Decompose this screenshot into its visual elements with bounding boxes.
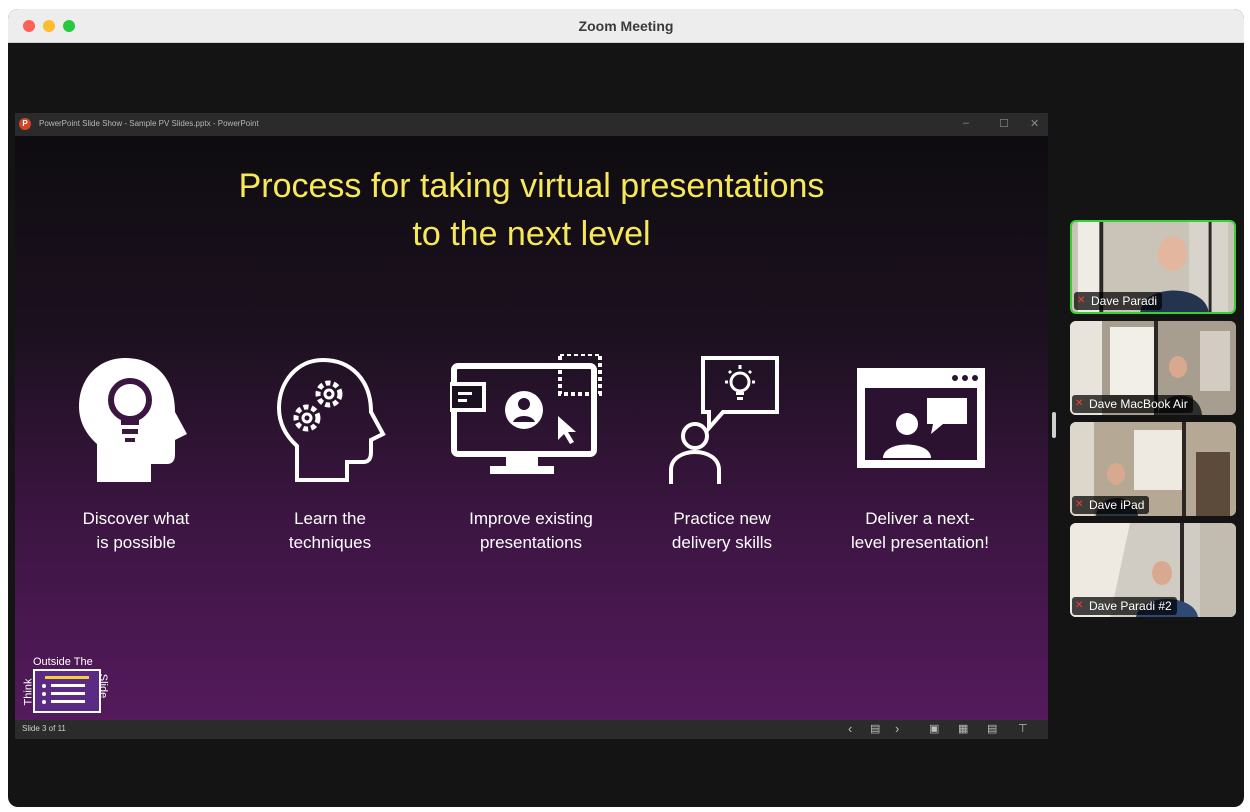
participant-tile[interactable]: ✕ Dave Paradi #2 xyxy=(1070,523,1236,617)
participant-tile[interactable]: ✕ Dave Paradi xyxy=(1070,220,1236,314)
muted-mic-icon: ✕ xyxy=(1075,600,1084,611)
step-caption-3-line1: Improve existing xyxy=(469,509,593,528)
slide-title-line2: to the next level xyxy=(412,215,651,253)
step-caption-2-line1: Learn the xyxy=(294,509,366,528)
title-bar[interactable]: Zoom Meeting xyxy=(8,9,1244,43)
muted-mic-icon: ✕ xyxy=(1077,295,1086,306)
slideshow-status-bar: Slide 3 of 11 ‹ ▤ › ▣ ▦ ▤ ⊤ xyxy=(15,720,1048,739)
logo-top-text: Outside The xyxy=(33,656,93,668)
step-caption-2-line2: techniques xyxy=(288,533,372,552)
participant-tile[interactable]: ✕ Dave MacBook Air xyxy=(1070,321,1236,415)
pp-close-button[interactable]: ✕ xyxy=(1030,117,1039,130)
shared-screen[interactable]: P PowerPoint Slide Show - Sample PV Slid… xyxy=(15,113,1048,739)
notes-icon[interactable]: ▤ xyxy=(870,722,880,735)
participant-name: Dave MacBook Air xyxy=(1089,397,1188,411)
participant-name: Dave Paradi #2 xyxy=(1089,599,1172,613)
previous-slide-icon[interactable]: ‹ xyxy=(848,721,852,736)
step-caption-1-line2: is possible xyxy=(96,533,176,552)
pp-maximize-button[interactable]: ☐ xyxy=(999,117,1009,130)
logo-slide-box xyxy=(33,669,101,713)
muted-mic-icon: ✕ xyxy=(1075,398,1084,409)
step-caption-3-line2: presentations xyxy=(479,533,583,552)
participant-name-bar: ✕ Dave iPad xyxy=(1072,496,1150,514)
panel-resize-handle[interactable] xyxy=(1052,412,1056,438)
step-caption-4-line1: Practice new xyxy=(673,509,771,528)
participant-name: Dave Paradi xyxy=(1091,294,1158,308)
zoom-window: Zoom Meeting P PowerPoint Slide Show - S… xyxy=(8,9,1244,807)
slideshow-view-icon[interactable]: ⊤ xyxy=(1018,722,1028,735)
step-caption-4-line2: delivery skills xyxy=(671,533,773,552)
window-title: Zoom Meeting xyxy=(578,18,674,34)
monitor-presentation-icon xyxy=(450,354,602,474)
think-outside-the-slide-logo: Outside The Think Slide xyxy=(22,656,123,718)
next-slide-icon[interactable]: › xyxy=(895,721,899,736)
participant-name-bar: ✕ Dave MacBook Air xyxy=(1072,395,1193,413)
pp-minimize-button[interactable]: – xyxy=(963,117,969,129)
step-caption-5-line1: Deliver a next- xyxy=(865,509,975,528)
slide-counter: Slide 3 of 11 xyxy=(22,724,66,733)
slide-sorter-icon[interactable]: ▦ xyxy=(958,722,968,735)
slide-canvas: Process for taking virtual presentations… xyxy=(15,136,1048,720)
reading-view-icon[interactable]: ▤ xyxy=(987,722,997,735)
participant-name: Dave iPad xyxy=(1089,498,1145,512)
normal-view-icon[interactable]: ▣ xyxy=(929,722,939,735)
step-caption-1-line1: Discover what xyxy=(82,509,190,528)
powerpoint-caption: PowerPoint Slide Show - Sample PV Slides… xyxy=(39,119,259,128)
head-lightbulb-icon xyxy=(79,358,187,482)
head-gears-icon xyxy=(276,357,386,482)
participant-name-bar: ✕ Dave Paradi #2 xyxy=(1072,597,1177,615)
participant-tile[interactable]: ✕ Dave iPad xyxy=(1070,422,1236,516)
powerpoint-title-bar: P PowerPoint Slide Show - Sample PV Slid… xyxy=(15,113,1048,136)
powerpoint-logo-icon: P xyxy=(19,118,31,130)
slide-title-line1: Process for taking virtual presentations xyxy=(238,167,825,205)
participant-name-bar: ✕ Dave Paradi xyxy=(1074,292,1163,310)
person-idea-bubble-icon xyxy=(669,356,779,484)
muted-mic-icon: ✕ xyxy=(1075,499,1084,510)
step-caption-5-line2: level presentation! xyxy=(851,533,989,552)
video-call-window-icon xyxy=(857,368,985,468)
